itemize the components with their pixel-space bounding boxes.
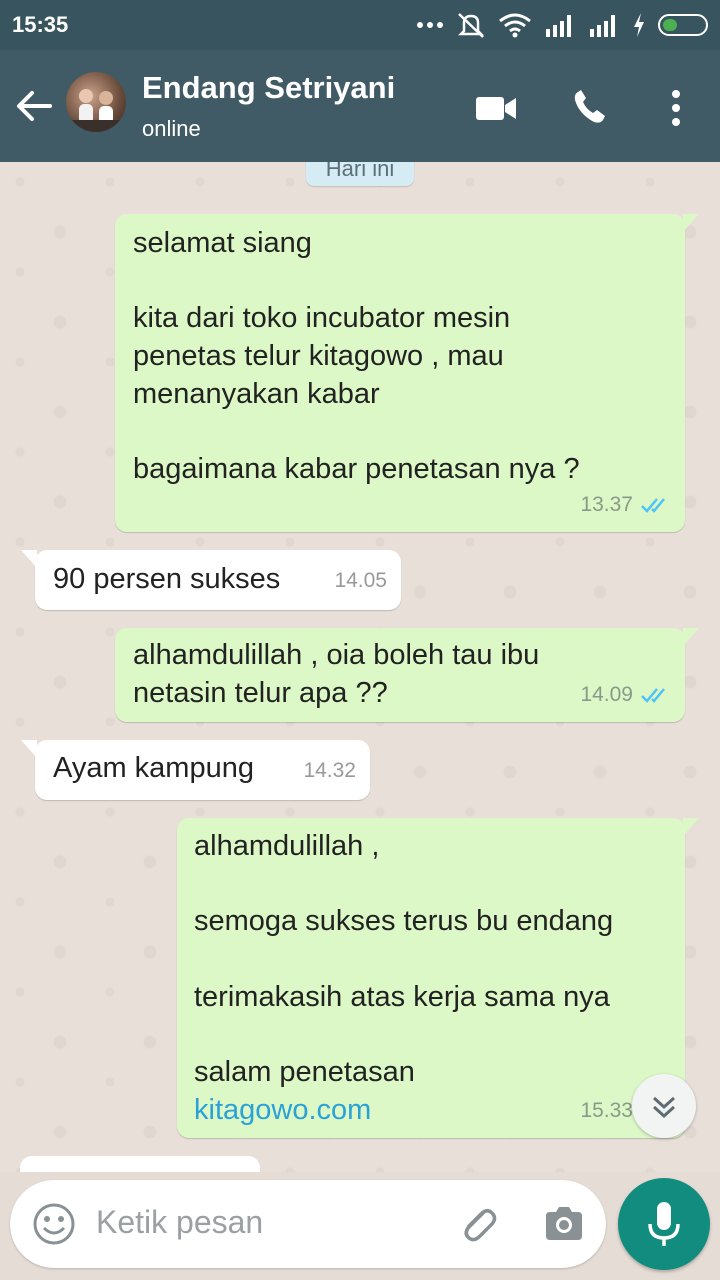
message-text: alhamdulillah , semoga sukses terus bu e… <box>194 830 614 1089</box>
message-outgoing[interactable]: alhamdulillah , semoga sukses terus bu e… <box>177 818 699 1138</box>
chat-area[interactable]: Hari ini selamat siang kita dari toko in… <box>0 162 720 1172</box>
message-incoming[interactable]: 90 persen sukses 14.05 <box>21 550 401 610</box>
contact-name[interactable]: Endang Setriyani <box>142 70 395 106</box>
mic-button[interactable] <box>618 1178 710 1270</box>
message-outgoing[interactable]: alhamdulillah , oia boleh tau ibu netasi… <box>115 628 699 722</box>
message-incoming[interactable]: Ayam kampung 14.32 <box>21 740 370 800</box>
mute-icon <box>457 13 485 38</box>
wifi-icon <box>499 13 531 38</box>
avatar[interactable] <box>66 72 126 132</box>
charging-icon <box>634 13 644 37</box>
message-time: 13.37 <box>580 493 633 517</box>
phone-icon[interactable] <box>570 88 614 128</box>
message-text: selamat siang kita dari toko incubator m… <box>133 227 580 486</box>
message-time: 15.33 <box>580 1099 633 1123</box>
signal-icon-2 <box>590 15 615 37</box>
message-meta: 14.32 <box>303 752 356 790</box>
double-check-icon <box>641 498 665 513</box>
avatar-photo-icon <box>66 89 126 132</box>
message-meta: 14.05 <box>334 562 387 600</box>
more-notifications-icon <box>417 22 443 28</box>
double-check-icon <box>641 688 665 703</box>
scroll-to-bottom-button[interactable] <box>632 1074 696 1138</box>
date-divider: Hari ini <box>306 162 414 186</box>
message-time: 14.05 <box>334 569 387 593</box>
mic-icon <box>648 1202 680 1246</box>
message-time: 14.32 <box>303 759 356 783</box>
message-input[interactable]: Ketik pesan <box>96 1204 263 1241</box>
battery-icon <box>658 14 708 36</box>
chat-header: Endang Setriyani online <box>0 50 720 162</box>
message-meta: 13.37 <box>580 486 671 524</box>
back-arrow-icon[interactable] <box>14 86 54 126</box>
message-outgoing[interactable]: selamat siang kita dari toko incubator m… <box>115 214 699 532</box>
message-meta: 14.09 <box>580 676 671 714</box>
video-call-icon[interactable] <box>474 88 518 128</box>
message-incoming-partial <box>20 1156 260 1172</box>
camera-icon[interactable] <box>542 1202 586 1246</box>
status-time: 15:35 <box>12 12 69 37</box>
status-bar: 15:35 <box>0 0 720 50</box>
attach-icon[interactable] <box>454 1200 502 1248</box>
chevron-double-down-icon <box>652 1096 676 1119</box>
message-input-bar: Ketik pesan <box>10 1180 606 1268</box>
contact-status: online <box>142 116 201 141</box>
signal-icon <box>546 15 571 37</box>
message-time: 14.09 <box>580 683 633 707</box>
emoji-icon[interactable] <box>32 1202 76 1246</box>
status-icons <box>416 10 708 40</box>
more-vert-icon[interactable] <box>654 88 698 128</box>
